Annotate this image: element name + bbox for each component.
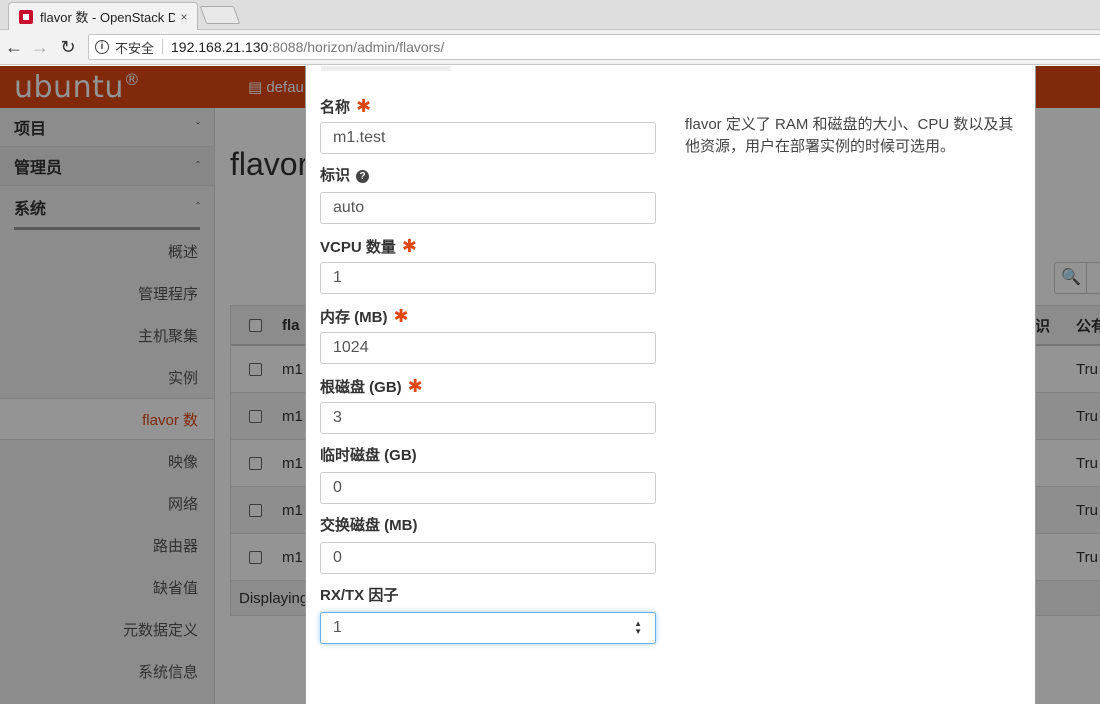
field-vcpus: VCPU 数量 ✱ (320, 236, 656, 294)
horizon-page: ubuntu® ▤ defau 项目 ˇ 管理员 ˆ 系统 ˆ 概述 管理程序 … (0, 66, 1100, 704)
field-name: 名称 ✱ (320, 96, 656, 154)
new-tab-button[interactable] (199, 6, 241, 24)
flavor-form: 名称✱ 标识? VCPU 数量✱ 内存 (MB)✱ 根磁盘 (GB)✱ 临时磁盘… (320, 96, 656, 656)
spin-down-icon[interactable]: ▼ (634, 628, 642, 636)
name-input[interactable] (320, 122, 656, 154)
create-flavor-modal: 名称✱ 标识? VCPU 数量✱ 内存 (MB)✱ 根磁盘 (GB)✱ 临时磁盘… (305, 66, 1036, 704)
id-label: 标识? (320, 166, 656, 186)
required-asterisk-icon: ✱ (356, 96, 372, 116)
close-tab-icon[interactable]: × (175, 10, 193, 24)
help-icon[interactable]: ? (356, 169, 370, 183)
rxtx-spinner: ▲ ▼ (320, 612, 656, 644)
ram-input[interactable] (320, 332, 656, 364)
vcpus-label: VCPU 数量 ✱ (320, 236, 417, 256)
swap-disk-label: 交换磁盘 (MB) (320, 517, 418, 534)
insecure-label: 不安全 (115, 40, 155, 56)
name-label: 名称 ✱ (320, 96, 372, 116)
browser-tabstrip: flavor 数 - OpenStack D × (0, 0, 1100, 30)
flavor-description: flavor 定义了 RAM 和磁盘的大小、CPU 数以及其他资源，用户在部署实… (685, 116, 1014, 155)
swap-disk-input[interactable] (320, 542, 656, 574)
field-root-disk: 根磁盘 (GB) ✱ (320, 376, 656, 434)
url-host: 192.168.21.130 (171, 39, 269, 55)
address-bar[interactable]: i 不安全 192.168.21.130 :8088/horizon/admin… (88, 34, 1100, 60)
id-input[interactable] (320, 192, 656, 224)
url-path: :8088/horizon/admin/flavors/ (268, 39, 445, 55)
rxtx-factor-input[interactable] (320, 612, 656, 644)
field-ephemeral-disk: 临时磁盘 (GB) (320, 446, 656, 504)
forward-arrow-icon[interactable]: → (30, 36, 50, 58)
tab-title: flavor 数 - OpenStack D (40, 10, 175, 25)
browser-toolbar: ← → ↻ i 不安全 192.168.21.130 :8088/horizon… (0, 30, 1100, 65)
vcpus-input[interactable] (320, 262, 656, 294)
field-id: 标识? (320, 166, 656, 224)
required-asterisk-icon: ✱ (393, 306, 409, 326)
openstack-favicon-icon (19, 9, 33, 24)
browser-tab[interactable]: flavor 数 - OpenStack D × (8, 2, 198, 30)
ram-label: 内存 (MB) ✱ (320, 306, 409, 326)
omnibox-divider (162, 39, 164, 55)
rxtx-factor-label: RX/TX 因子 (320, 587, 399, 604)
reload-icon[interactable]: ↻ (58, 36, 78, 58)
field-ram: 内存 (MB) ✱ (320, 306, 656, 364)
required-asterisk-icon: ✱ (401, 236, 417, 256)
info-icon[interactable]: i (95, 40, 109, 54)
ephemeral-disk-input[interactable] (320, 472, 656, 504)
ephemeral-disk-label: 临时磁盘 (GB) (320, 447, 417, 464)
back-arrow-icon[interactable]: ← (4, 36, 24, 58)
root-disk-label: 根磁盘 (GB) ✱ (320, 376, 423, 396)
modal-tab-indicator (321, 66, 451, 71)
required-asterisk-icon: ✱ (407, 376, 423, 396)
field-rxtx-factor: RX/TX 因子 ▲ ▼ (320, 586, 656, 644)
root-disk-input[interactable] (320, 402, 656, 434)
field-swap-disk: 交换磁盘 (MB) (320, 516, 656, 574)
spinner-arrows-icon[interactable]: ▲ ▼ (634, 620, 642, 636)
